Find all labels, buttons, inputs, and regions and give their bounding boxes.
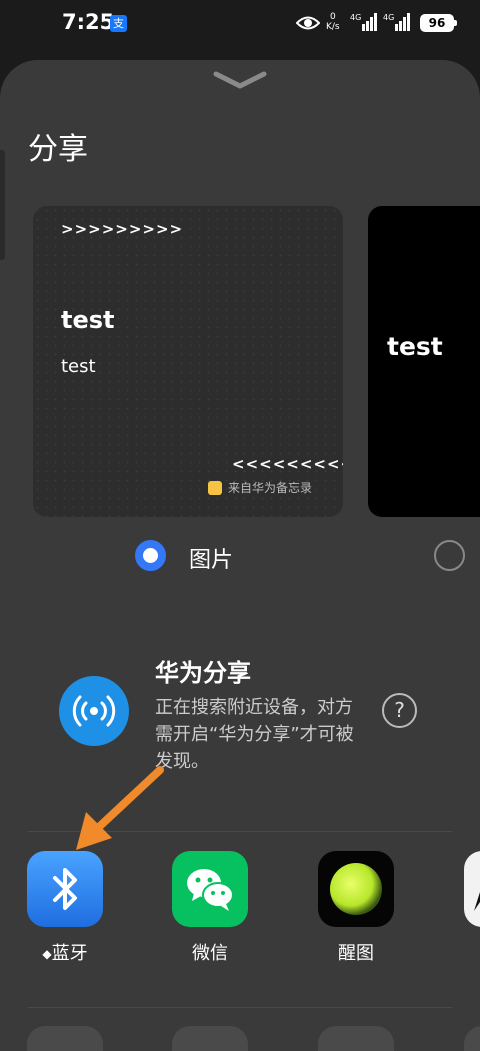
app-row2-item[interactable] (172, 1026, 248, 1051)
network-speed: 0 K/s (326, 12, 340, 32)
sheet-title: 分享 (28, 132, 88, 167)
signal-sim1-icon: 4G (350, 11, 378, 37)
wechat-icon (187, 869, 234, 911)
share-sheet: 分享 >>>>>>>>> test test <<<<<<<<< 来自华为备忘录… (0, 60, 480, 1051)
card-heading: test (61, 306, 115, 334)
status-time: 7:25 (62, 10, 115, 34)
preview-card-memo[interactable]: >>>>>>>>> test test <<<<<<<<< 来自华为备忘录 (33, 206, 343, 517)
huawei-share-icon[interactable] (59, 676, 129, 746)
bluetooth-app-label: ◆蓝牙 (42, 943, 88, 964)
wechat-app[interactable] (172, 851, 248, 927)
status-bar: 7:25 支 0 K/s 4G 4G 96 (0, 0, 480, 48)
signal-sim2-icon: 4G (383, 11, 411, 37)
image-option-label: 图片 (189, 548, 234, 573)
card-body: test (61, 356, 96, 377)
arrows-bottom: <<<<<<<<< (232, 455, 343, 473)
memo-app-icon (208, 480, 222, 495)
eye-icon (296, 16, 320, 30)
bluetooth-icon (53, 868, 77, 910)
help-icon[interactable]: ? (382, 693, 417, 728)
xingtu-app-label: 醒图 (338, 943, 374, 964)
huawei-share-description: 正在搜索附近设备，对方需开启“华为分享”才可被发现。 (155, 697, 354, 772)
partial-app[interactable] (464, 851, 480, 927)
bluetooth-app[interactable] (27, 851, 103, 927)
text-option-radio[interactable] (434, 540, 465, 571)
arrows-top: >>>>>>>>> (61, 220, 184, 238)
image-option-radio[interactable] (135, 540, 166, 571)
app-row2-item[interactable] (318, 1026, 394, 1051)
battery-icon: 96 (420, 14, 457, 32)
partial-app-icon (474, 892, 480, 911)
collapse-chevron-icon[interactable] (212, 70, 268, 90)
pin-icon: ◆ (42, 947, 52, 961)
preview-card-text[interactable]: test (368, 206, 480, 517)
alipay-icon: 支 (110, 15, 127, 32)
xingtu-app[interactable] (318, 851, 394, 927)
xingtu-icon (330, 863, 382, 915)
edge-handle[interactable] (0, 150, 5, 260)
divider (28, 831, 452, 832)
app-row2-item[interactable] (27, 1026, 103, 1051)
app-row2-item[interactable] (464, 1026, 480, 1051)
huawei-share-title: 华为分享 (155, 659, 251, 687)
card2-text: test (387, 332, 443, 361)
wechat-app-label: 微信 (192, 943, 228, 964)
memo-source-label: 来自华为备忘录 (228, 481, 313, 495)
memo-source: 来自华为备忘录 (208, 479, 312, 496)
divider (28, 1007, 452, 1008)
